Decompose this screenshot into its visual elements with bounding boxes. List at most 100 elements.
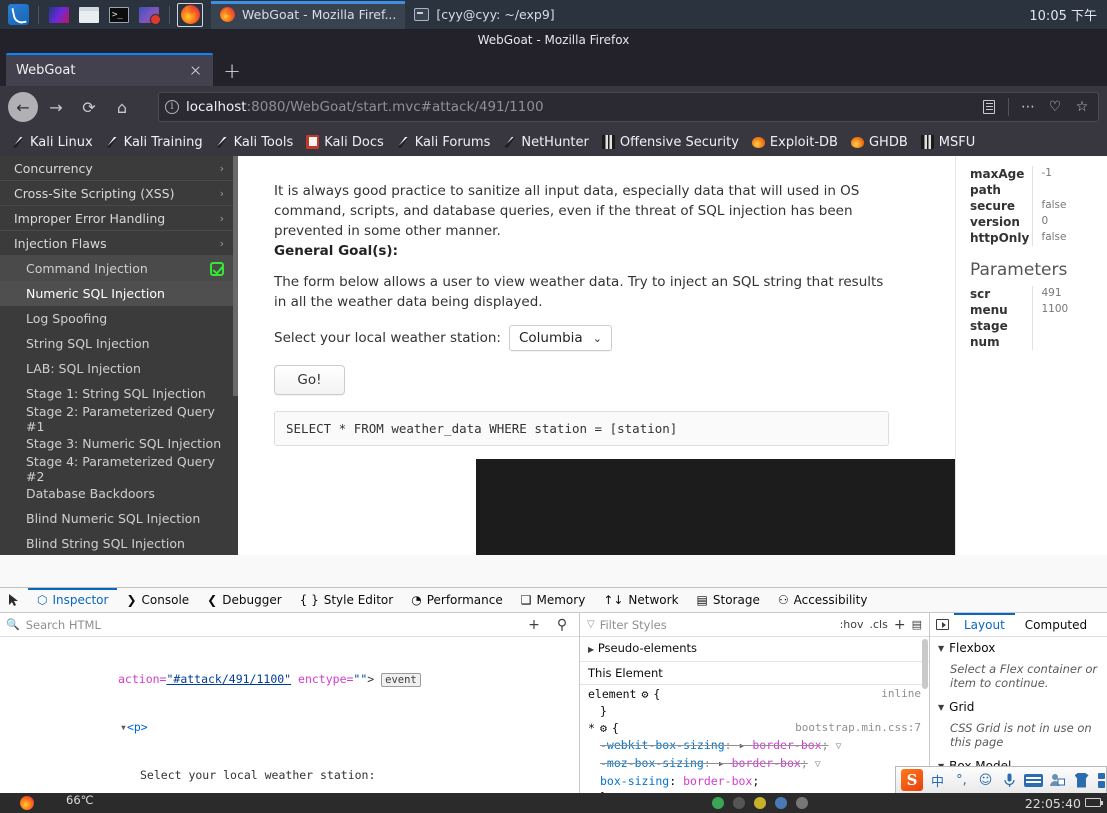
tray-icon-yellow[interactable] [754,797,766,809]
home-button[interactable]: ⌂ [107,92,137,122]
terminal-icon[interactable]: >_ [106,3,132,27]
voice-input-icon[interactable] [1000,770,1019,790]
bookmark-kali-training[interactable]: Kali Training [100,133,209,152]
bookmark-kali-forums[interactable]: Kali Forums [391,133,497,152]
files-icon[interactable] [76,3,102,27]
declaration-box-sizing[interactable]: box-sizing: border-box; [580,773,929,789]
toolbox-icon[interactable] [1096,770,1107,790]
rule-selector[interactable]: * [588,720,595,736]
sidebar-item-lab-sql-injection[interactable]: LAB: SQL Injection [0,356,238,381]
tab-style-editor[interactable]: { } Style Editor [291,588,403,612]
tab-inspector[interactable]: ⬡ Inspector [28,588,117,612]
markup-line-text[interactable]: Select your local weather station: [0,767,579,783]
station-select[interactable]: Columbia ⌄ [508,325,612,351]
twisty-icon[interactable]: ▾ [120,720,127,734]
bookmark-ghdb[interactable]: GHDB [845,133,914,152]
sogou-logo-icon[interactable]: S [901,769,923,791]
filter-icon[interactable]: ▽ [835,741,841,752]
tray-icon-blue[interactable] [775,797,787,809]
search-input[interactable]: Search HTML [26,618,517,632]
hover-states-button[interactable]: :hov [840,618,864,631]
tab-computed[interactable]: Computed [1015,613,1097,636]
user-icon[interactable] [1048,770,1067,790]
sidebar-item-string-sql-injection[interactable]: String SQL Injection [0,331,238,356]
rule-source[interactable]: inline [881,686,921,702]
bookmark-star-icon[interactable]: ☆ [1072,97,1092,117]
url-bar[interactable]: i localhost:8080/WebGoat/start.mvc#attac… [158,92,1099,122]
sidebar-item-injection-flaws[interactable]: Injection Flaws › [0,231,238,256]
taskbar-window-terminal[interactable]: [cyy@cyy: ~/exp9] [405,1,563,29]
tab-accessibility[interactable]: ⚇ Accessibility [769,588,877,612]
close-icon[interactable] [187,63,203,79]
tray-icon-dark[interactable] [733,797,745,809]
tab-memory[interactable]: ❑ Memory [512,588,595,612]
bookmark-kali-tools[interactable]: Kali Tools [210,133,300,152]
tab-webgoat[interactable]: WebGoat [6,53,213,86]
chinese-mode-icon[interactable]: 中 [928,770,947,790]
bookmark-exploit-db[interactable]: Exploit-DB [746,133,844,152]
rule-source[interactable]: bootstrap.min.css:7 [795,720,921,736]
firefox-launcher-icon[interactable] [177,2,203,27]
bookmark-msfu[interactable]: MSFU [915,133,981,152]
forward-button[interactable]: → [41,92,71,122]
eyedropper-button[interactable]: ⚲ [551,614,573,636]
declaration-moz-box-sizing[interactable]: -moz-box-sizing: ▸ border-box; ▽ [580,755,929,773]
sidebar-item-stage-2[interactable]: Stage 2: Parameterized Query #1 [0,404,238,434]
tray-icon-grey[interactable] [796,797,808,809]
recording-icon[interactable] [136,3,162,27]
sidebar-item-improper-error-handling[interactable]: Improper Error Handling › [0,206,238,231]
bookmark-nethunter[interactable]: NetHunter [497,133,595,152]
kali-menu-icon[interactable] [5,3,31,27]
sidebar-item-numeric-sql-injection[interactable]: Numeric SQL Injection [0,281,238,306]
tab-layout[interactable]: Layout [954,613,1015,636]
rule-gear-icon[interactable]: ⚙ [595,720,612,736]
classes-button[interactable]: .cls [870,618,888,631]
sidebar-item-blind-string-sql-injection[interactable]: Blind String SQL Injection [0,531,238,555]
sidebar-item-stage-1[interactable]: Stage 1: String SQL Injection [0,381,238,406]
bookmark-kali-docs[interactable]: Kali Docs [300,133,390,152]
event-badge[interactable]: event [381,673,421,687]
firefox-icon[interactable] [20,796,34,810]
page-info-icon[interactable]: i [165,100,179,114]
tab-console[interactable]: ❯ Console [117,588,198,612]
rule-gear-icon[interactable]: ⚙ [636,686,653,702]
declaration-webkit-box-sizing[interactable]: -webkit-box-sizing: ▸ border-box; ▽ [580,737,929,755]
markup-line-p-open[interactable]: ▾<p> [0,719,579,735]
pseudo-elements-section[interactable]: ▶ Pseudo-elements [580,637,929,662]
tray-icon-green[interactable] [712,797,724,809]
back-button[interactable]: ← [8,92,38,122]
sidebar-item-blind-numeric-sql-injection[interactable]: Blind Numeric SQL Injection [0,506,238,531]
sidebar-item-xss[interactable]: Cross-Site Scripting (XSS) › [0,181,238,206]
new-tab-button[interactable]: + [217,56,247,86]
add-rule-button[interactable]: + [894,617,906,633]
sidebar-item-stage-3[interactable]: Stage 3: Numeric SQL Injection [0,431,238,456]
tab-network[interactable]: ↑↓ Network [594,588,687,612]
rules-scrollbar[interactable] [922,639,928,689]
taskbar-clock[interactable]: 10:05 下午 [1029,5,1107,24]
pocket-icon[interactable]: ♡ [1045,97,1065,117]
go-button[interactable]: Go! [274,365,345,395]
page-actions-icon[interactable]: ⋯ [1018,97,1038,117]
add-node-button[interactable]: + [523,614,545,636]
emoji-icon[interactable]: ☺ [976,770,995,790]
markup-line-form-attrs[interactable]: action="#attack/491/1100" enctype=""> ev… [0,671,579,687]
bookmark-offensive-security[interactable]: Offensive Security [596,133,745,152]
battery-icon[interactable] [1085,798,1103,807]
sidebar-item-concurrency[interactable]: Concurrency › [0,156,238,181]
reader-view-icon[interactable] [979,97,999,117]
sidebar-item-command-injection[interactable]: Command Injection [0,256,238,281]
sidebar-item-stage-4[interactable]: Stage 4: Parameterized Query #2 [0,454,238,484]
tab-debugger[interactable]: ❮ Debugger [198,588,290,612]
section-flexbox[interactable]: ▼ Flexbox [930,637,1107,659]
tab-storage[interactable]: ▤ Storage [688,588,769,612]
tab-performance[interactable]: ◔ Performance [402,588,512,612]
skin-icon[interactable] [1072,770,1091,790]
section-grid[interactable]: ▼ Grid [930,696,1107,718]
element-picker-icon[interactable] [0,588,28,612]
print-styles-button[interactable]: ▤ [912,618,922,631]
burp-suite-icon[interactable] [46,3,72,27]
filter-icon[interactable]: ▽ [815,759,821,770]
expand-pane-icon[interactable] [930,614,954,636]
sidebar-item-database-backdoors[interactable]: Database Backdoors [0,481,238,506]
reload-button[interactable]: ⟳ [74,92,104,122]
